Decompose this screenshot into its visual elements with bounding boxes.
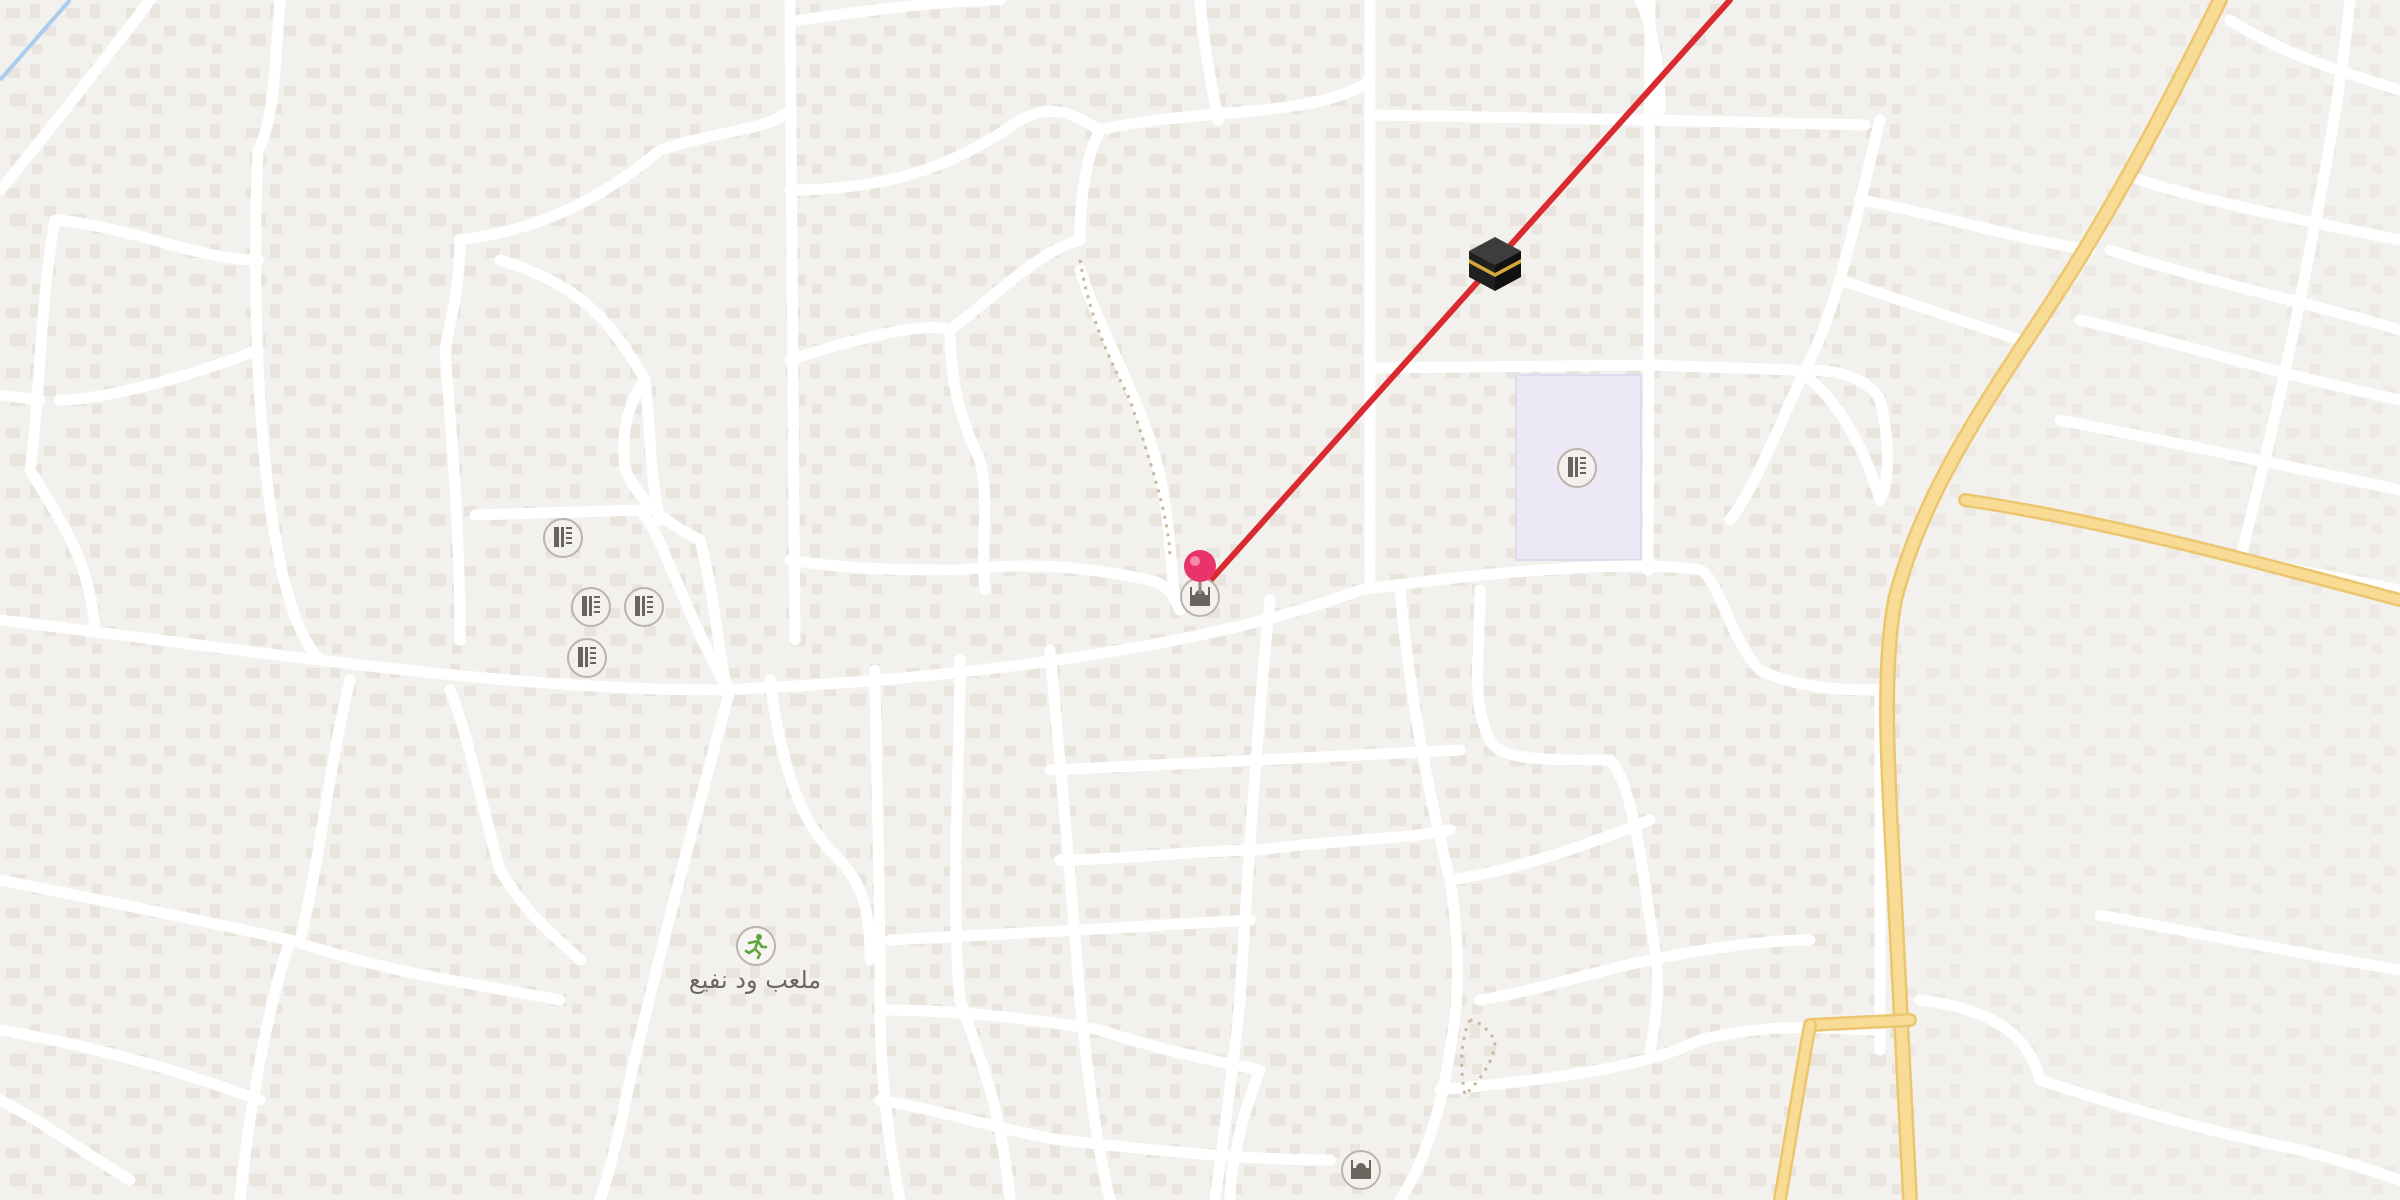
school-icon[interactable] [543,518,583,558]
school-icon[interactable] [1557,448,1597,488]
school-icon[interactable] [567,638,607,678]
map-canvas[interactable]: ملعب ود نفيع [0,0,2400,1200]
school-icon[interactable] [624,587,664,627]
mosque-icon[interactable] [1341,1150,1381,1190]
playground-label: ملعب ود نفيع [689,966,821,994]
running-person-icon[interactable] [736,926,776,966]
school-icon[interactable] [571,587,611,627]
